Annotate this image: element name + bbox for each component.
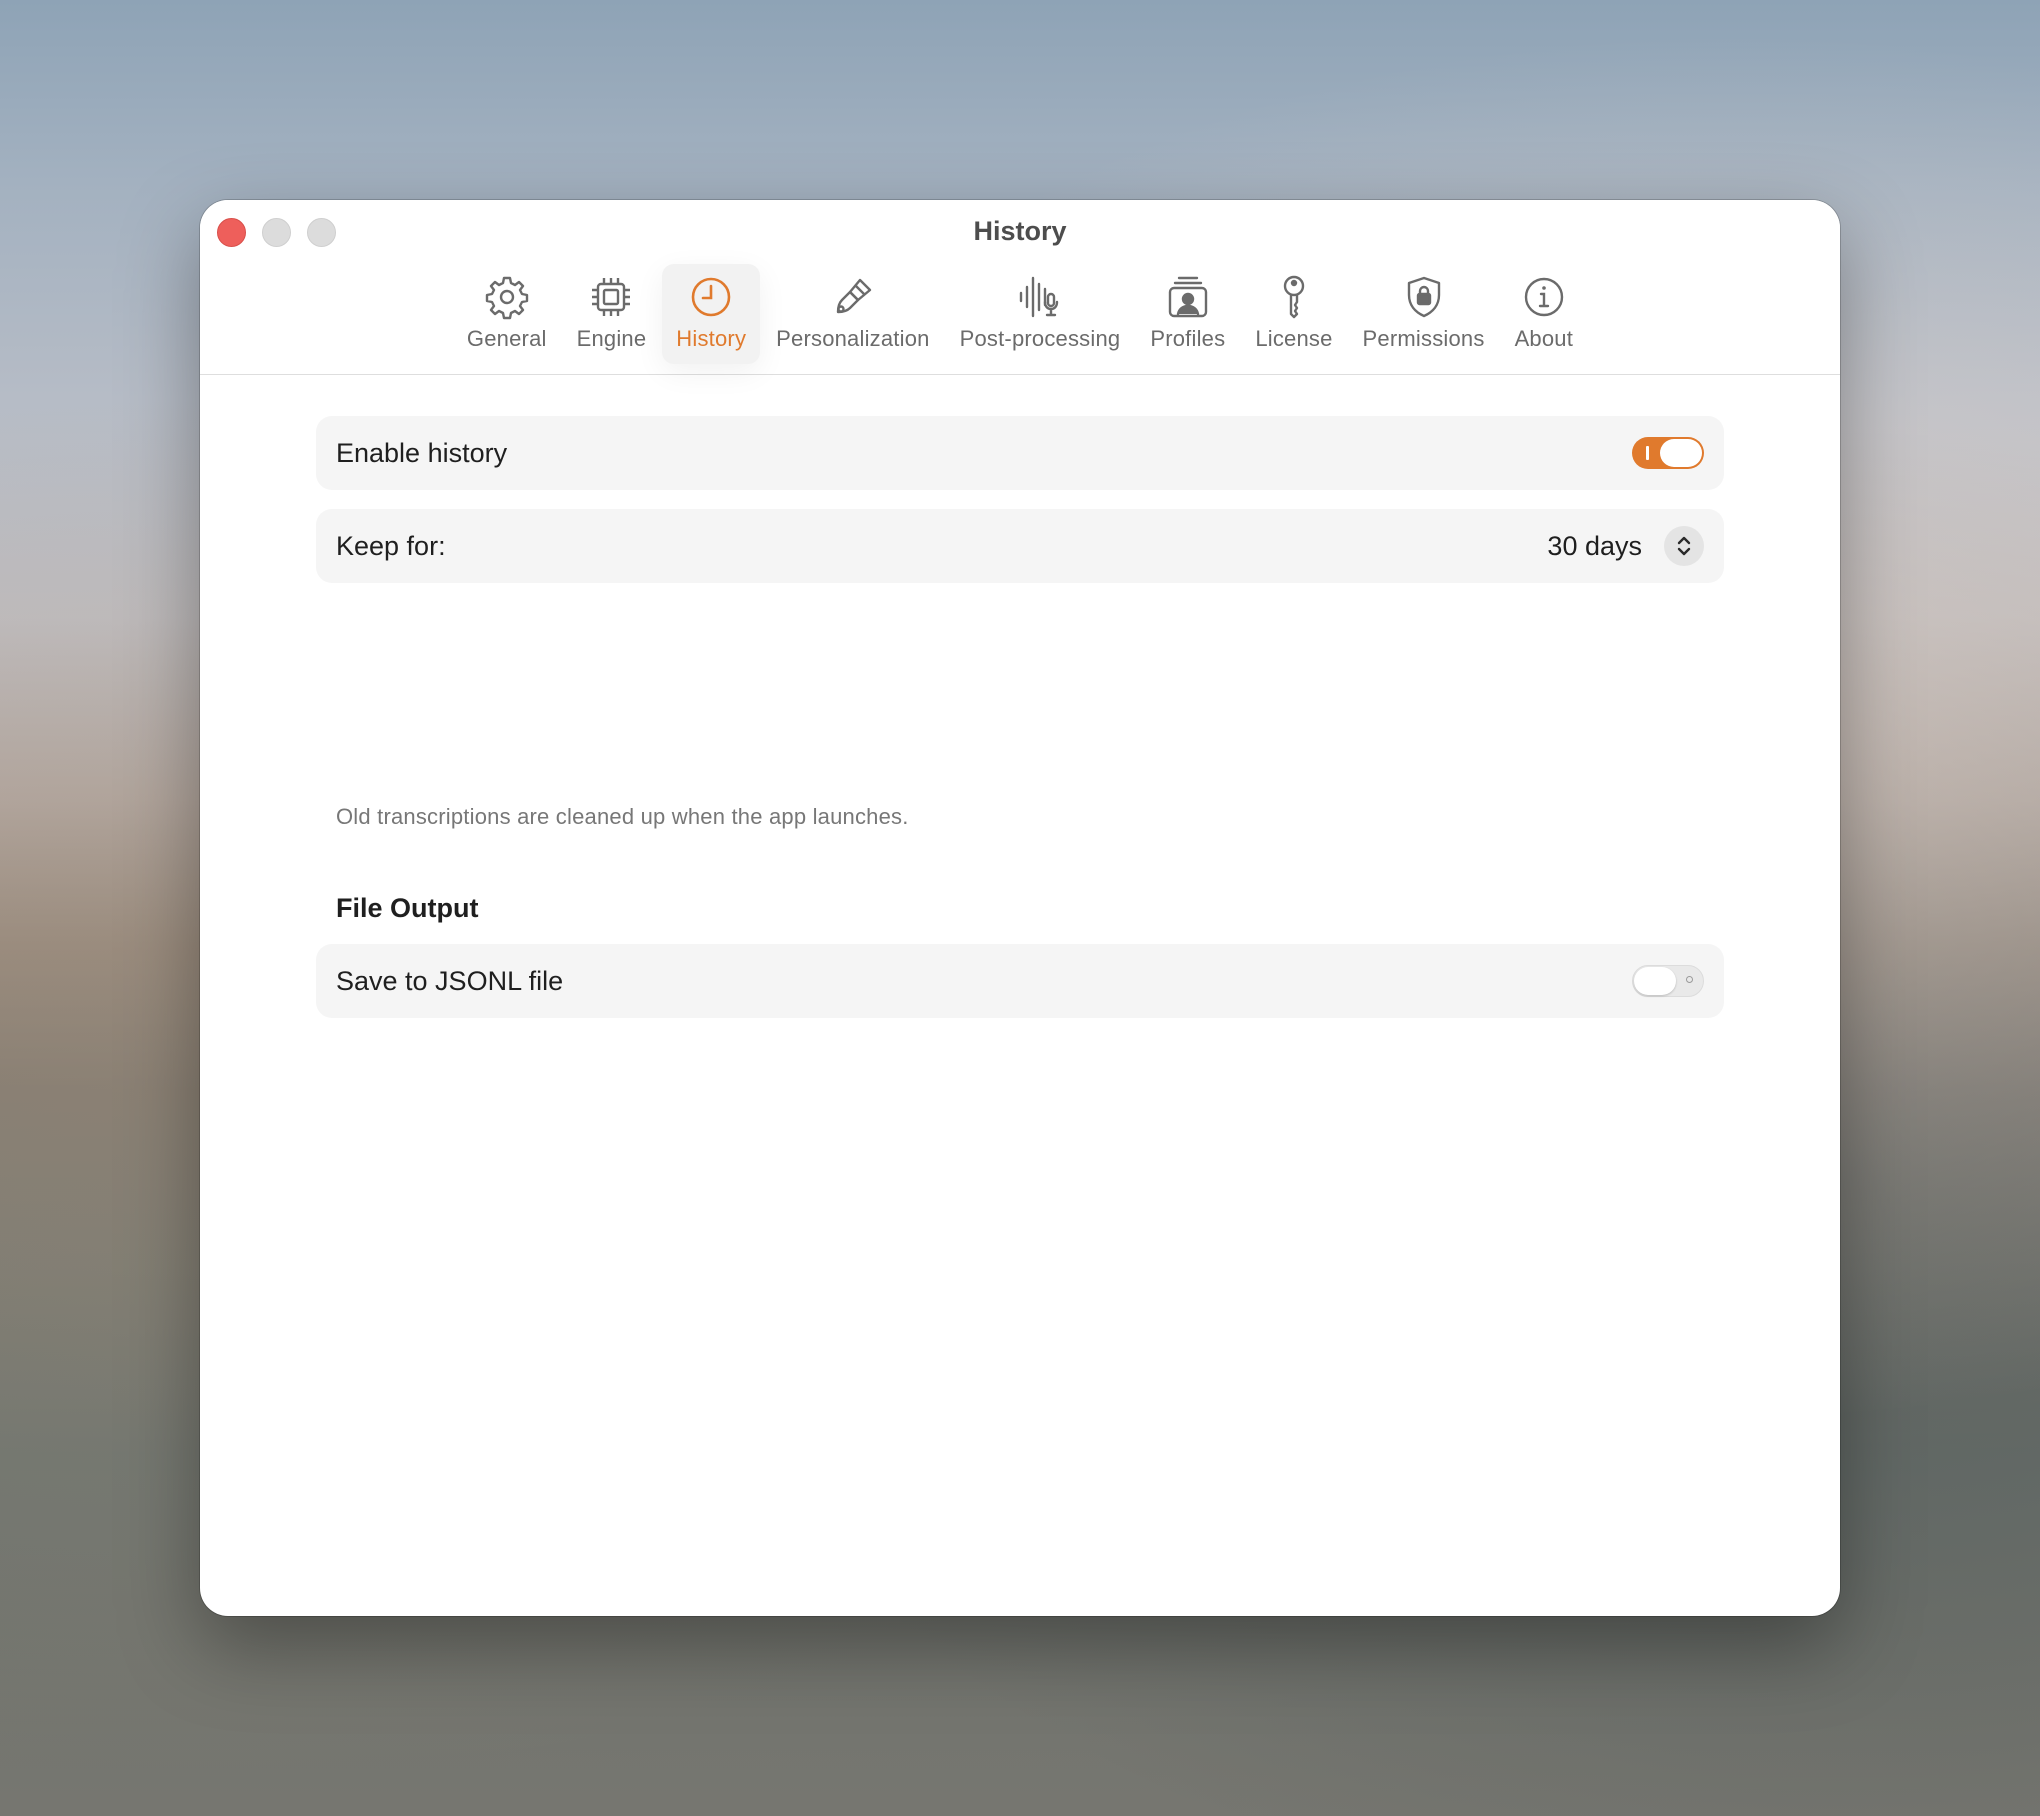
- key-icon: [1283, 275, 1305, 319]
- clock-icon: [691, 277, 731, 317]
- toggle-knob: [1660, 439, 1702, 467]
- tab-label: Engine: [576, 326, 647, 351]
- tab-label: Post-processing: [959, 326, 1121, 351]
- tab-label: Profiles: [1150, 326, 1226, 351]
- tab-personalization[interactable]: Personalization: [762, 264, 943, 364]
- keep-for-row: Keep for: 30 days: [316, 509, 1724, 583]
- tab-engine[interactable]: Engine: [563, 264, 661, 364]
- lock-shield-icon: [1407, 276, 1440, 318]
- chip-icon: [592, 278, 631, 316]
- gear-icon: [485, 276, 528, 320]
- keep-for-popup-button[interactable]: [1664, 526, 1704, 566]
- history-settings-pane: Enable history Keep for: 30 days Old tra…: [200, 376, 1840, 1616]
- toggle-off-indicator: [1686, 976, 1693, 983]
- keep-for-label: Keep for:: [336, 530, 446, 561]
- tab-label: General: [466, 326, 547, 351]
- person-stack-icon: [1168, 276, 1208, 318]
- window-title: History: [973, 216, 1067, 246]
- tab-label: License: [1255, 326, 1333, 351]
- save-jsonl-label: Save to JSONL file: [336, 965, 564, 996]
- tab-label: History: [676, 326, 747, 351]
- tab-label: Permissions: [1362, 326, 1485, 351]
- enable-history-label: Enable history: [336, 437, 508, 468]
- toggle-knob: [1634, 967, 1676, 995]
- save-jsonl-toggle[interactable]: [1632, 965, 1704, 997]
- toolbar: History General Engine History Personali…: [200, 200, 1840, 375]
- tab-label: Personalization: [776, 326, 930, 351]
- cleanup-hint: Old transcriptions are cleaned up when t…: [336, 804, 909, 829]
- enable-history-row: Enable history: [316, 416, 1724, 490]
- tab-label: About: [1514, 326, 1574, 351]
- tab-permissions[interactable]: Permissions: [1349, 264, 1499, 364]
- enable-history-toggle[interactable]: [1632, 437, 1704, 469]
- save-jsonl-row: Save to JSONL file: [316, 944, 1724, 1018]
- paintbrush-icon: [836, 278, 872, 314]
- tab-license[interactable]: License: [1241, 264, 1346, 364]
- tab-profiles[interactable]: Profiles: [1136, 264, 1239, 364]
- waveform-mic-icon: [1019, 276, 1059, 318]
- chevron-up-down-icon: [1677, 536, 1691, 556]
- tab-general[interactable]: General: [453, 264, 561, 364]
- tab-about[interactable]: About: [1501, 264, 1588, 364]
- info-icon: [1524, 277, 1564, 317]
- tab-history[interactable]: History: [662, 264, 761, 364]
- keep-for-value[interactable]: 30 days: [1547, 531, 1642, 562]
- toggle-on-indicator: [1646, 446, 1649, 460]
- file-output-heading: File Output: [336, 893, 479, 923]
- settings-window: History General Engine History Personali…: [200, 200, 1840, 1616]
- tab-bar: General Engine History Personalization P…: [200, 264, 1840, 364]
- tab-post-processing[interactable]: Post-processing: [946, 264, 1135, 364]
